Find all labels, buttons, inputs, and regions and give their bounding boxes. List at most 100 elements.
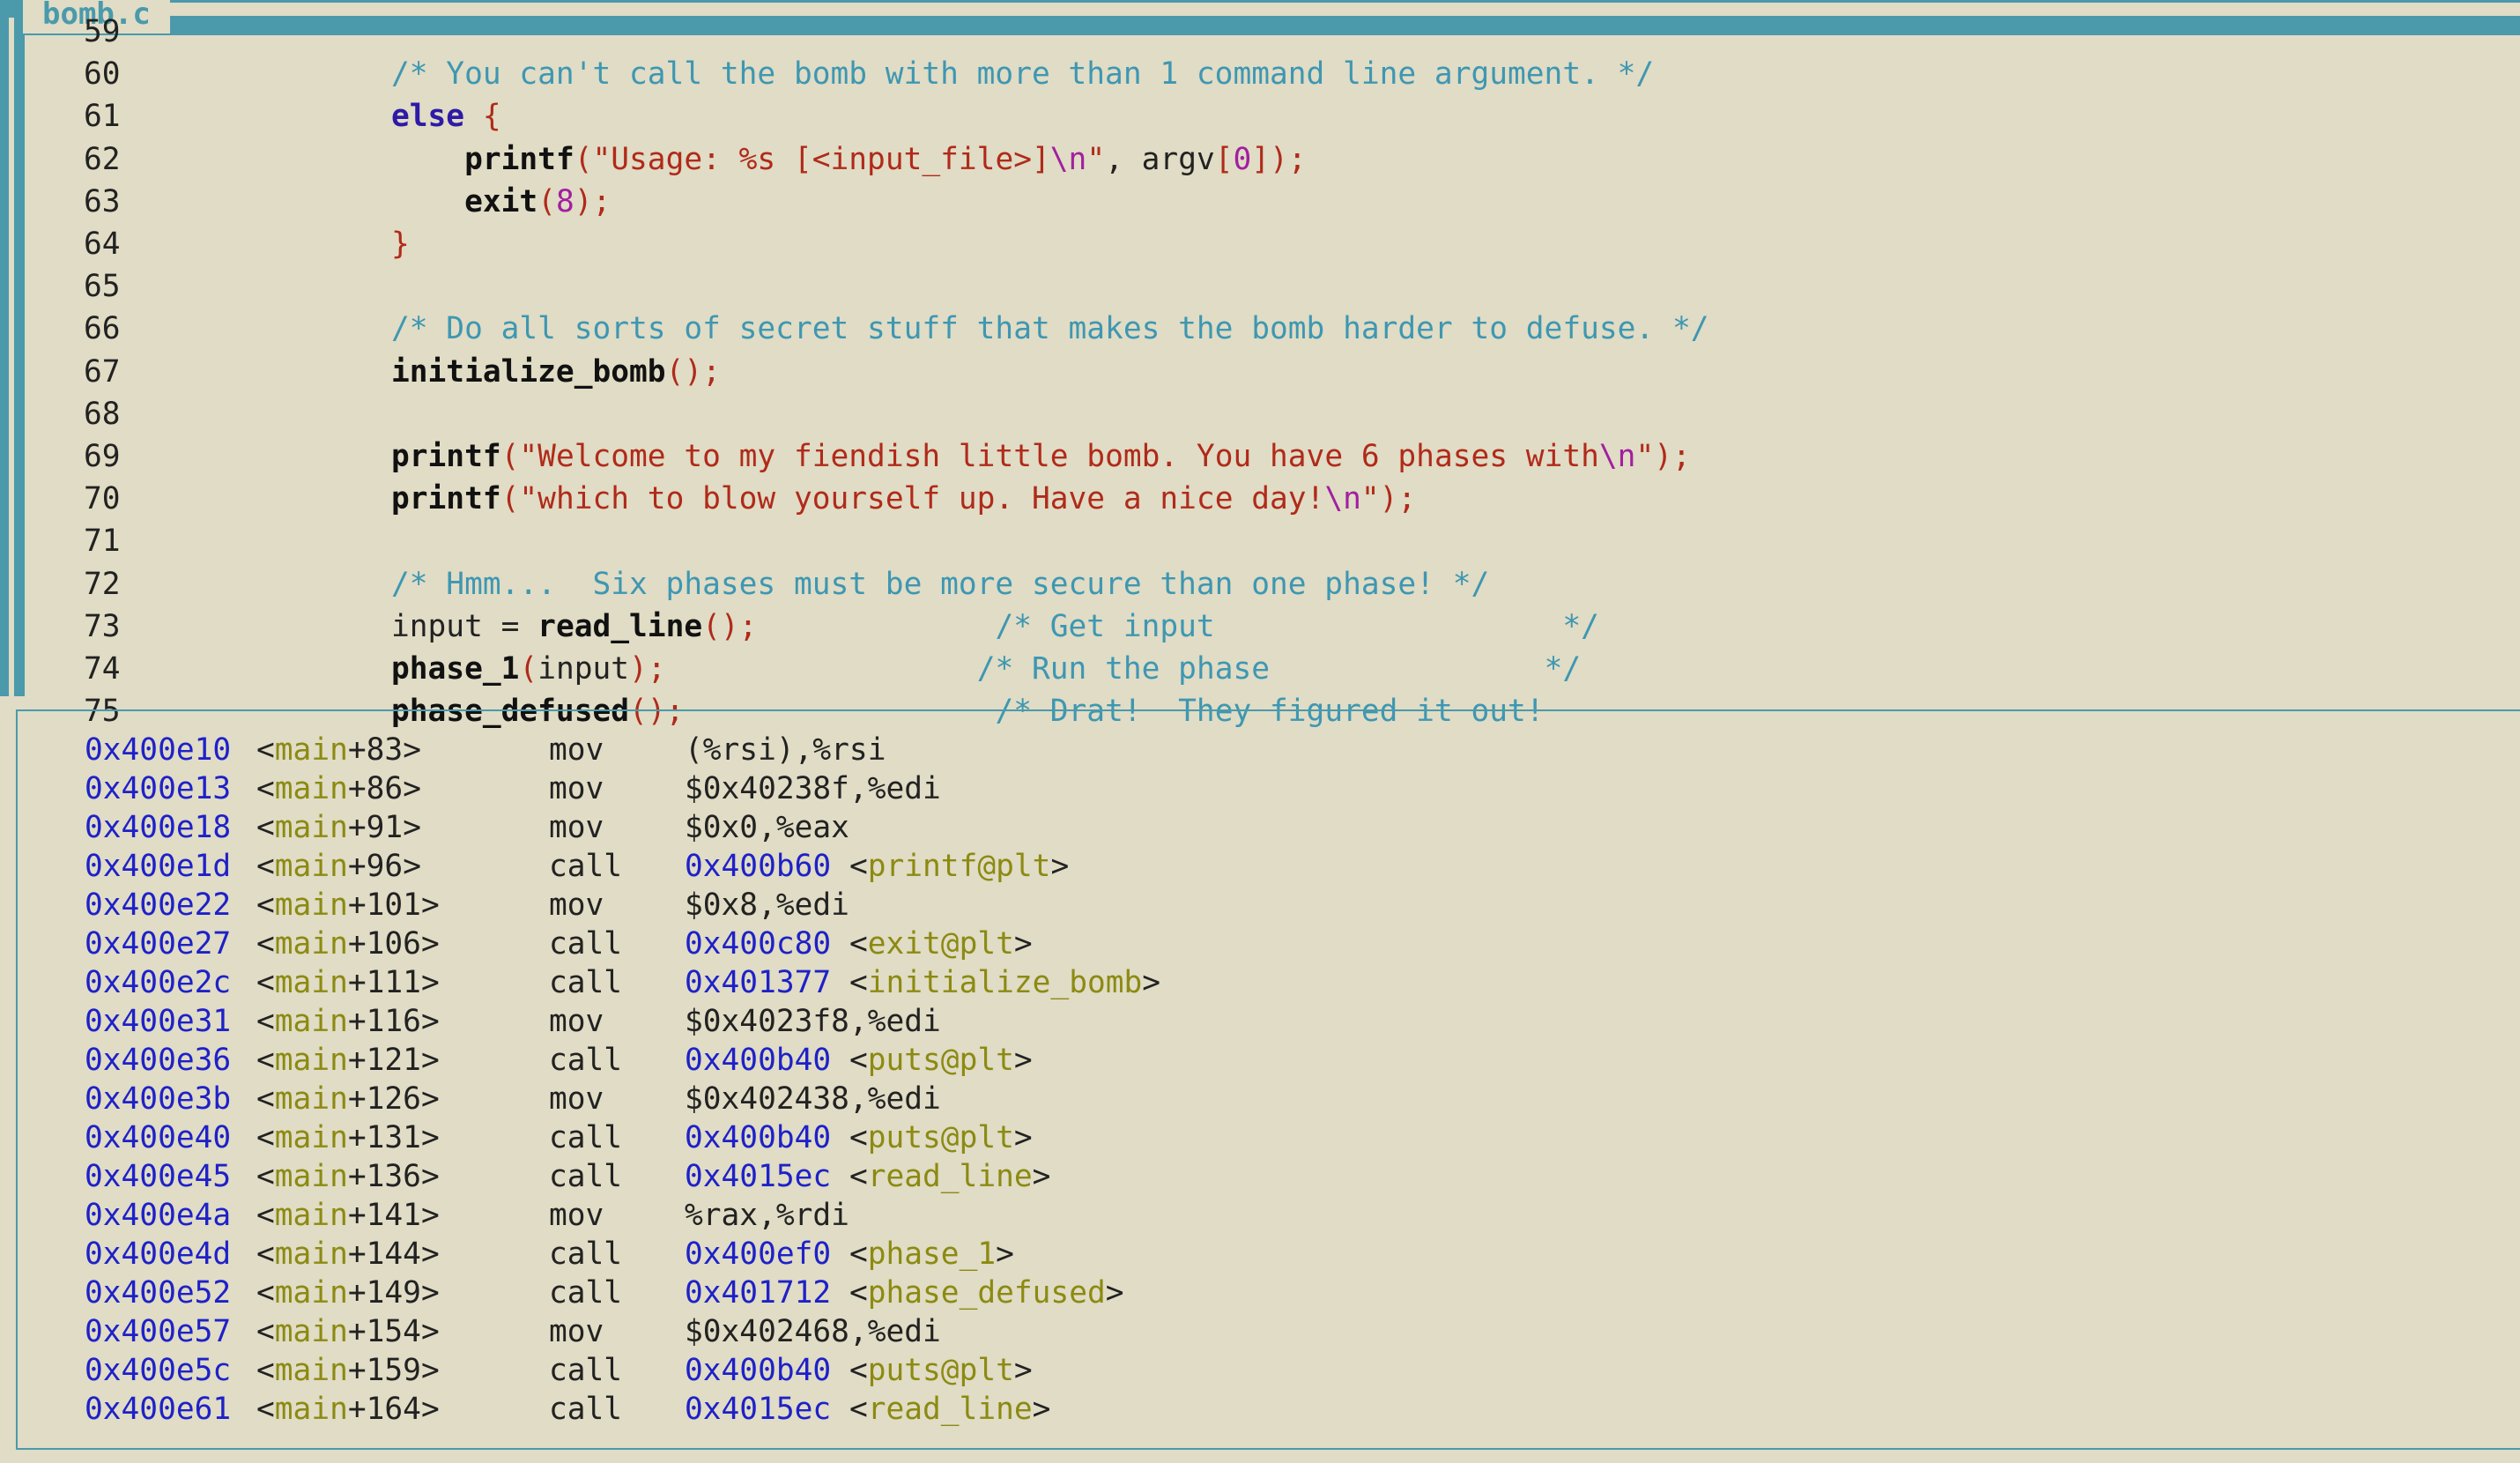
asm-address: 0x400e36	[85, 1043, 232, 1078]
angle-close: >	[1013, 1043, 1033, 1078]
source-line[interactable]: 73 input = read_line(); /* Get input */	[0, 607, 2467, 646]
source-code-text: exit(8);	[391, 182, 611, 221]
call-target-address: 0x4015ec	[685, 1159, 832, 1194]
source-line[interactable]: 62 printf("Usage: %s [<input_file>]\n", …	[0, 140, 2467, 179]
source-line[interactable]: 63 exit(8);	[0, 182, 2467, 221]
code-token: "	[1086, 141, 1106, 177]
source-line[interactable]: 71	[0, 522, 2467, 561]
asm-address: 0x400e4a	[85, 1198, 232, 1233]
asm-row[interactable]: 0x400e3b <main+126> mov $0x402438,%edi	[18, 1080, 2485, 1118]
asm-row[interactable]: 0x400e36 <main+121> call 0x400b40 <puts@plt…	[18, 1041, 2485, 1080]
asm-operands: %rax,%rdi	[685, 1198, 849, 1233]
angle-close: >	[420, 1392, 440, 1427]
source-code-text: /* Do all sorts of secret stuff that mak…	[391, 309, 1709, 348]
code-token: \n	[1324, 481, 1361, 517]
asm-address: 0x400e10	[85, 732, 232, 768]
asm-location: <main+136>	[256, 1157, 440, 1196]
asm-offset: +116	[347, 1004, 421, 1039]
asm-opcode: call	[549, 1236, 623, 1272]
asm-row[interactable]: 0x400e40 <main+131> call 0x400b40 <puts@plt…	[18, 1118, 2485, 1157]
code-token: );	[574, 183, 611, 219]
asm-row[interactable]: 0x400e2c <main+111> call 0x401377 <initiali…	[18, 963, 2485, 1002]
asm-row[interactable]: 0x400e10 <main+83> mov (%rsi),%rsi	[18, 731, 2485, 769]
angle-open: <	[256, 1236, 275, 1272]
source-line[interactable]: 68	[0, 395, 2467, 434]
asm-opcode: call	[549, 965, 623, 1000]
asm-row[interactable]: 0x400e5c <main+159> call 0x400b40 <puts@plt…	[18, 1351, 2485, 1390]
source-line[interactable]: 61 else {	[0, 97, 2467, 136]
angle-open: <	[831, 1159, 868, 1194]
code-token: /* Get input */	[995, 608, 1599, 644]
asm-row[interactable]: 0x400e18 <main+91> mov $0x0,%eax	[18, 808, 2485, 847]
asm-offset: +131	[347, 1120, 421, 1155]
call-target-symbol: exit@plt	[867, 926, 1014, 962]
asm-location: <main+154>	[256, 1312, 440, 1351]
asm-row[interactable]: 0x400e4a <main+141> mov %rax,%rdi	[18, 1196, 2485, 1235]
angle-open: <	[256, 887, 275, 923]
call-target-address: 0x401712	[685, 1275, 832, 1311]
line-number: 70	[84, 481, 121, 517]
angle-close: >	[1050, 849, 1070, 884]
call-target-symbol: read_line	[867, 1392, 1033, 1427]
code-token: ();	[665, 353, 721, 390]
source-line[interactable]: 74 phase_1(input); /* Run the phase */	[0, 650, 2467, 688]
asm-row[interactable]: 0x400e45 <main+136> call 0x4015ec <read_lin…	[18, 1157, 2485, 1196]
source-code-text: input = read_line(); /* Get input */	[391, 607, 1599, 646]
line-number: 68	[84, 396, 121, 432]
code-token: printf	[391, 439, 501, 474]
asm-offset: +101	[347, 887, 421, 923]
asm-row[interactable]: 0x400e22 <main+101> mov $0x8,%edi	[18, 886, 2485, 925]
asm-row[interactable]: 0x400e31 <main+116> mov $0x4023f8,%edi	[18, 1002, 2485, 1041]
angle-close: >	[1142, 965, 1161, 1000]
code-token: (	[537, 183, 556, 219]
disassembly-pane[interactable]: 0x400e10 <main+83> mov (%rsi),%rsi 0x400e13 <…	[16, 709, 2520, 1450]
asm-operands: $0x40238f,%edi	[685, 771, 941, 806]
asm-function: main	[274, 965, 348, 1000]
asm-offset: +83	[347, 732, 404, 768]
asm-function: main	[274, 1353, 348, 1388]
source-line[interactable]: 67 initialize_bomb();	[0, 353, 2467, 391]
asm-address: 0x400e5c	[85, 1353, 232, 1388]
call-target-symbol: puts@plt	[867, 1043, 1014, 1078]
source-code-text: printf("Welcome to my fiendish little bo…	[391, 437, 1691, 476]
angle-close: >	[1013, 926, 1033, 962]
source-line[interactable]: 65	[0, 267, 2467, 306]
line-number: 62	[84, 141, 121, 177]
line-number: 64	[84, 227, 121, 262]
code-token: [	[1214, 141, 1234, 177]
source-line[interactable]: 60 /* You can't call the bomb with more t…	[0, 55, 2467, 93]
asm-row[interactable]: 0x400e27 <main+106> call 0x400c80 <exit@plt…	[18, 925, 2485, 963]
asm-row[interactable]: 0x400e13 <main+86> mov $0x40238f,%edi	[18, 769, 2485, 808]
call-target-address: 0x400b40	[685, 1120, 832, 1155]
angle-open: <	[256, 1043, 275, 1078]
source-line[interactable]: 59	[0, 12, 2467, 51]
call-target-address: 0x400b60	[685, 849, 832, 884]
source-line[interactable]: 69 printf("Welcome to my fiendish little …	[0, 437, 2467, 476]
asm-address: 0x400e13	[85, 771, 232, 806]
asm-location: <main+96>	[256, 847, 421, 886]
asm-row[interactable]: 0x400e61 <main+164> call 0x4015ec <read_lin…	[18, 1390, 2485, 1429]
source-line[interactable]: 64}	[0, 225, 2467, 264]
angle-open: <	[256, 965, 275, 1000]
asm-row[interactable]: 0x400e57 <main+154> mov $0x402468,%edi	[18, 1312, 2485, 1351]
angle-open: <	[256, 771, 275, 806]
angle-open: <	[831, 849, 868, 884]
asm-offset: +111	[347, 965, 421, 1000]
asm-offset: +96	[347, 849, 404, 884]
asm-row[interactable]: 0x400e52 <main+149> call 0x401712 <phase_de…	[18, 1274, 2485, 1312]
asm-row[interactable]: 0x400e1d <main+96> call 0x400b60 <printf@pl…	[18, 847, 2485, 886]
source-line[interactable]: 72 /* Hmm... Six phases must be more secu…	[0, 565, 2467, 604]
asm-opcode: mov	[549, 1004, 604, 1039]
line-number: 73	[84, 608, 121, 644]
code-token: \n	[1049, 141, 1087, 177]
source-pane[interactable]: bomb.c 59 60/* You can't call the bomb wi…	[0, 0, 2520, 729]
source-line[interactable]: 70 printf("which to blow yourself up. Hav…	[0, 479, 2467, 518]
asm-location: <main+91>	[256, 808, 421, 847]
source-line[interactable]: 66 /* Do all sorts of secret stuff that m…	[0, 309, 2467, 348]
code-token: /* Hmm... Six phases must be more secure…	[391, 566, 1490, 602]
asm-row[interactable]: 0x400e4d <main+144> call 0x400ef0 <phase_1>	[18, 1235, 2485, 1274]
asm-address: 0x400e45	[85, 1159, 232, 1194]
call-target-address: 0x4015ec	[685, 1392, 832, 1427]
